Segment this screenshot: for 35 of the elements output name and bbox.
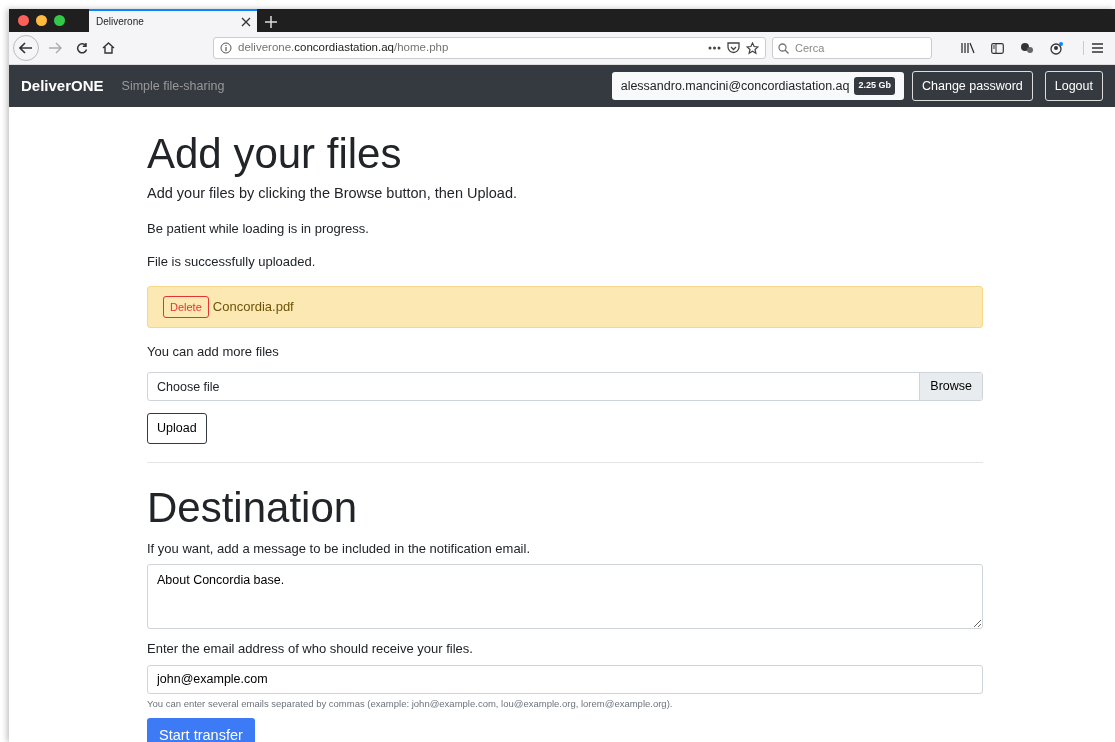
delete-button[interactable]: Delete bbox=[163, 295, 209, 319]
upload-button[interactable]: Upload bbox=[147, 412, 207, 444]
email-label: Enter the email address of who should receive your files. bbox=[147, 640, 474, 659]
status-message: File is successfully uploaded. bbox=[147, 253, 317, 272]
help-text: You can enter several emails separated by commas (example: john@example.com, lou@example.org, lorem@example.org). bbox=[147, 696, 674, 711]
quota-badge: 2.25 Gb bbox=[854, 77, 895, 95]
add-more-text: You can add more files bbox=[147, 343, 280, 362]
page-heading: Add your files bbox=[147, 131, 403, 178]
instructions-text: Add your files by clicking the Browse button, then Upload. bbox=[147, 184, 518, 204]
message-label: If you want, add a message to be included in the notification email. bbox=[147, 539, 531, 558]
file-input[interactable]: Choose file Browse bbox=[147, 371, 983, 401]
url-text: deliverone.concordiastation.aq/home.php bbox=[238, 40, 450, 56]
pocket-icon[interactable] bbox=[727, 42, 740, 54]
close-tab-icon[interactable] bbox=[241, 16, 251, 27]
nav-button[interactable]: Logout bbox=[1044, 70, 1103, 102]
file-name: Concordia.pdf bbox=[212, 298, 294, 317]
start-transfer-button[interactable]: Start transfer bbox=[147, 718, 255, 742]
message-field[interactable]: About Concordia base. bbox=[147, 564, 983, 630]
tagline: Simple file-sharing bbox=[121, 77, 225, 95]
user-email: alessandro.mancini@concordiastation.aq bbox=[620, 77, 850, 95]
section-heading: Destination bbox=[147, 484, 359, 531]
browser-tab[interactable]: Deliverone bbox=[89, 9, 257, 32]
nav-button[interactable]: Change password bbox=[912, 70, 1033, 102]
brand-logo[interactable]: DeliverONE bbox=[21, 74, 104, 98]
email-field[interactable]: john@example.com bbox=[147, 664, 983, 694]
address-bar[interactable]: deliverone.concordiastation.aq/home.php bbox=[213, 37, 766, 59]
status-message: Be patient while loading is in progress. bbox=[147, 219, 370, 238]
info-icon[interactable] bbox=[220, 42, 232, 54]
search-field[interactable]: Cerca bbox=[772, 37, 932, 59]
close-window-icon[interactable] bbox=[18, 15, 29, 26]
minimize-window-icon[interactable] bbox=[36, 15, 47, 26]
star-icon[interactable] bbox=[746, 41, 759, 55]
browse-button[interactable]: Browse bbox=[919, 372, 982, 400]
maximize-window-icon[interactable] bbox=[54, 15, 65, 26]
more-icon[interactable] bbox=[708, 46, 721, 50]
